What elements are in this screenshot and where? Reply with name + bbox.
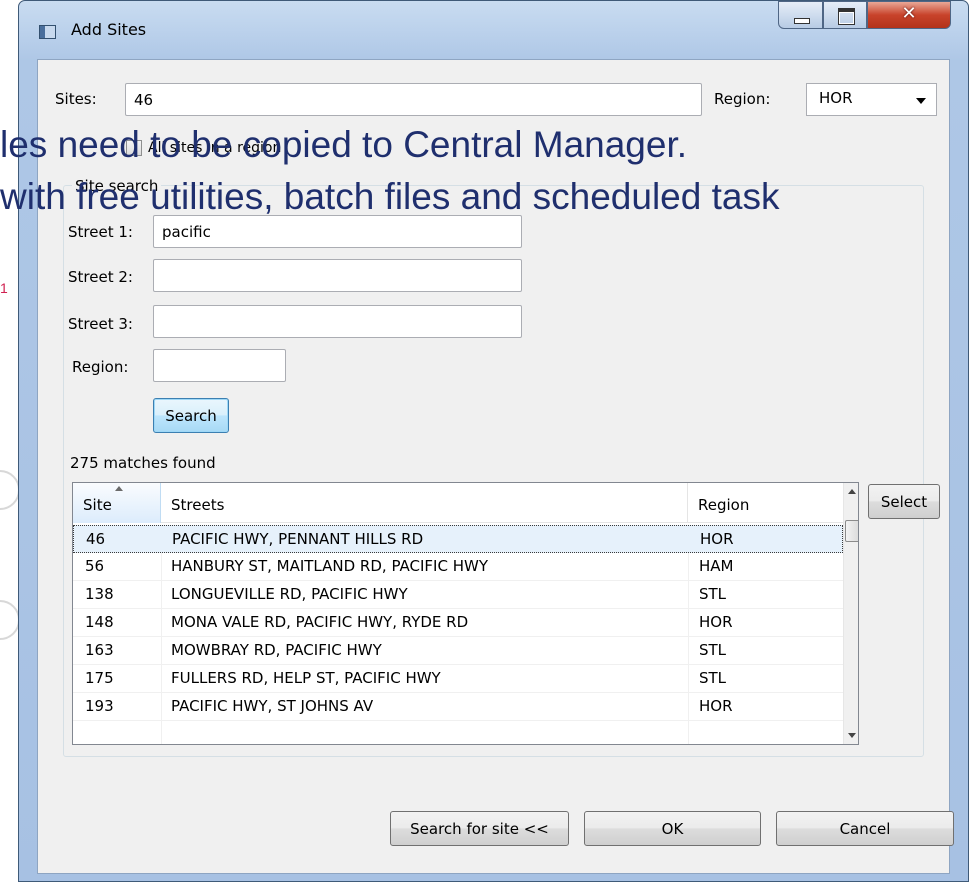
minimize-button[interactable] [778,1,823,29]
search-button[interactable]: Search [153,398,229,433]
results-rows: 46 PACIFIC HWY, PENNANT HILLS RD HOR 56 HANB… [73,525,843,721]
row-site-cell: 193 [85,697,114,715]
maximize-button[interactable] [823,1,867,29]
table-row[interactable]: 56 HANBURY ST, MAITLAND RD, PACIFIC HWY HA… [73,553,843,581]
row-region-cell: STL [699,585,727,603]
search-region-input[interactable] [153,349,286,382]
column-header-region[interactable]: Region [688,483,843,523]
street3-input[interactable] [153,305,522,338]
row-streets-cell: LONGUEVILLE RD, PACIFIC HWY [171,585,408,603]
background-decoration [0,470,20,510]
sort-ascending-icon [115,486,123,491]
table-row[interactable]: 175 FULLERS RD, HELP ST, PACIFIC HWY STL [73,665,843,693]
select-button[interactable]: Select [868,484,940,519]
table-row[interactable]: 163 MOWBRAY RD, PACIFIC HWY STL [73,637,843,665]
table-row[interactable]: 46 PACIFIC HWY, PENNANT HILLS RD HOR [73,525,843,553]
chevron-down-icon [916,98,926,104]
column-header-streets[interactable]: Streets [161,483,688,523]
add-sites-dialog: Add Sites ✕ Sites: Region: HOR All sites… [18,0,969,882]
dialog-client-area: Sites: Region: HOR All sites in a region… [37,59,954,874]
table-row[interactable]: 138 LONGUEVILLE RD, PACIFIC HWY STL [73,581,843,609]
results-scrollbar[interactable] [843,483,858,744]
sites-label: Sites: [55,90,97,108]
all-sites-checkbox[interactable] [126,140,142,156]
cancel-button[interactable]: Cancel [776,811,954,846]
row-region-cell: HAM [699,557,734,575]
scrollbar-thumb[interactable] [845,520,858,542]
street2-input[interactable] [153,259,522,292]
title-bar[interactable]: Add Sites ✕ [19,1,968,51]
background-decoration [0,600,20,640]
row-site-cell: 175 [85,669,114,687]
region-selected-value: HOR [819,89,853,107]
search-region-label: Region: [72,358,129,376]
row-streets-cell: FULLERS RD, HELP ST, PACIFIC HWY [171,669,441,687]
row-streets-cell: HANBURY ST, MAITLAND RD, PACIFIC HWY [171,557,488,575]
table-row[interactable]: 193 PACIFIC HWY, ST JOHNS AV HOR [73,693,843,721]
street3-label: Street 3: [68,315,133,333]
row-streets-cell: MONA VALE RD, PACIFIC HWY, RYDE RD [171,613,469,631]
row-region-cell: HOR [699,613,733,631]
app-icon [39,25,56,39]
row-region-cell: HOR [699,697,733,715]
street2-label: Street 2: [68,268,133,286]
street1-input[interactable] [153,215,522,248]
row-streets-cell: MOWBRAY RD, PACIFIC HWY [171,641,382,659]
row-region-cell: HOR [700,530,734,548]
scroll-down-icon[interactable] [844,727,858,744]
matches-count: 275 matches found [70,454,216,472]
sites-input[interactable] [125,83,702,116]
column-header-site[interactable]: Site [73,483,161,523]
row-site-cell: 163 [85,641,114,659]
background-mark: 1 [0,280,8,296]
row-site-cell: 138 [85,585,114,603]
close-button[interactable]: ✕ [867,1,951,29]
row-site-cell: 46 [86,530,106,548]
row-streets-cell: PACIFIC HWY, ST JOHNS AV [171,697,374,715]
street1-label: Street 1: [68,223,133,241]
row-site-cell: 56 [85,557,105,575]
window-title: Add Sites [71,20,147,39]
region-combobox[interactable]: HOR [806,83,937,116]
table-row[interactable]: 148 MONA VALE RD, PACIFIC HWY, RYDE RD HOR [73,609,843,637]
row-site-cell: 148 [85,613,114,631]
results-list[interactable]: Site Streets Region 46 PACIFIC HWY, PENNA… [72,482,859,745]
row-region-cell: STL [699,669,727,687]
site-search-group-title: Site search [72,177,162,195]
ok-button[interactable]: OK [584,811,761,846]
list-header: Site Streets Region [73,483,843,523]
row-region-cell: STL [699,641,727,659]
close-icon: ✕ [901,3,917,24]
row-streets-cell: PACIFIC HWY, PENNANT HILLS RD [172,530,424,548]
scroll-up-icon[interactable] [844,483,858,500]
region-label: Region: [714,90,771,108]
all-sites-label[interactable]: All sites in a region [148,140,281,156]
search-for-site-toggle-button[interactable]: Search for site << [390,811,569,846]
